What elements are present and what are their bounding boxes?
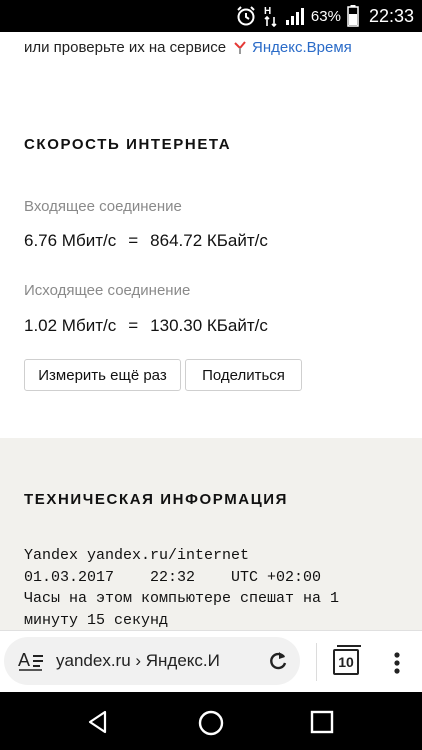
- clock: 22:33: [368, 5, 414, 26]
- reload-icon[interactable]: [266, 649, 290, 673]
- reader-mode-icon[interactable]: A: [18, 649, 44, 673]
- tech-info-heading: ТЕХНИЧЕСКАЯ ИНФОРМАЦИЯ: [24, 491, 289, 508]
- recent-apps-icon[interactable]: [310, 710, 334, 739]
- url-text[interactable]: yandex.ru › Яндекс.И: [56, 651, 252, 671]
- battery-icon: [347, 5, 359, 27]
- sync-hint: или проверьте их на сервисе Яндекс.Время: [24, 39, 352, 56]
- address-bar[interactable]: A yandex.ru › Яндекс.И: [4, 637, 300, 685]
- outgoing-connection-label: Исходящее соединение: [24, 282, 191, 299]
- equals-sign: =: [128, 316, 139, 335]
- incoming-mbit-value: 6.76 Мбит/с: [24, 231, 117, 250]
- hplus-data-icon: H: [263, 4, 279, 28]
- svg-text:A: A: [18, 650, 30, 670]
- sync-text: или проверьте их на сервисе: [24, 39, 227, 56]
- outgoing-speed: 1.02 Мбит/с = 130.30 КБайт/с: [24, 316, 268, 336]
- svg-text:H: H: [264, 6, 271, 17]
- browser-toolbar: A yandex.ru › Яндекс.И 10: [0, 630, 422, 692]
- web-page: или проверьте их на сервисе Яндекс.Время…: [0, 32, 422, 630]
- tab-switcher-button[interactable]: 10: [333, 645, 361, 675]
- tab-count: 10: [338, 654, 354, 670]
- navigation-bar: [0, 692, 422, 750]
- alarm-icon: [235, 5, 257, 27]
- incoming-kbyte-value: 864.72 КБайт/с: [150, 231, 268, 250]
- equals-sign: =: [128, 231, 139, 250]
- tech-info-section: ТЕХНИЧЕСКАЯ ИНФОРМАЦИЯ Yandex yandex.ru/…: [0, 438, 422, 630]
- back-icon[interactable]: [86, 710, 110, 739]
- tech-line: 01.03.2017 22:32 UTC +02:00: [24, 568, 322, 586]
- tech-info-text: Yandex yandex.ru/internet 01.03.2017 22:3…: [24, 545, 339, 630]
- tech-line: минуту 15 секунд: [24, 611, 169, 629]
- status-bar: H 63% 22:33: [0, 0, 422, 32]
- yandex-time-icon: [232, 40, 248, 56]
- signal-icon: [285, 6, 305, 26]
- incoming-speed: 6.76 Мбит/с = 864.72 КБайт/с: [24, 231, 268, 251]
- battery-percent: 63%: [310, 7, 341, 25]
- tech-line: Часы на этом компьютере спешат на 1: [24, 590, 340, 607]
- tech-line: Yandex yandex.ru/internet: [24, 547, 250, 564]
- outgoing-mbit-value: 1.02 Мбит/с: [24, 316, 117, 335]
- share-button[interactable]: Поделиться: [185, 359, 302, 391]
- internet-speed-heading: СКОРОСТЬ ИНТЕРНЕТА: [24, 136, 232, 153]
- home-icon[interactable]: [198, 710, 224, 741]
- outgoing-kbyte-value: 130.30 КБайт/с: [150, 316, 268, 335]
- overflow-menu-icon[interactable]: [390, 651, 404, 675]
- toolbar-divider: [316, 643, 317, 681]
- yandex-time-link[interactable]: Яндекс.Время: [252, 39, 352, 56]
- incoming-connection-label: Входящее соединение: [24, 198, 182, 215]
- measure-again-button[interactable]: Измерить ещё раз: [24, 359, 181, 391]
